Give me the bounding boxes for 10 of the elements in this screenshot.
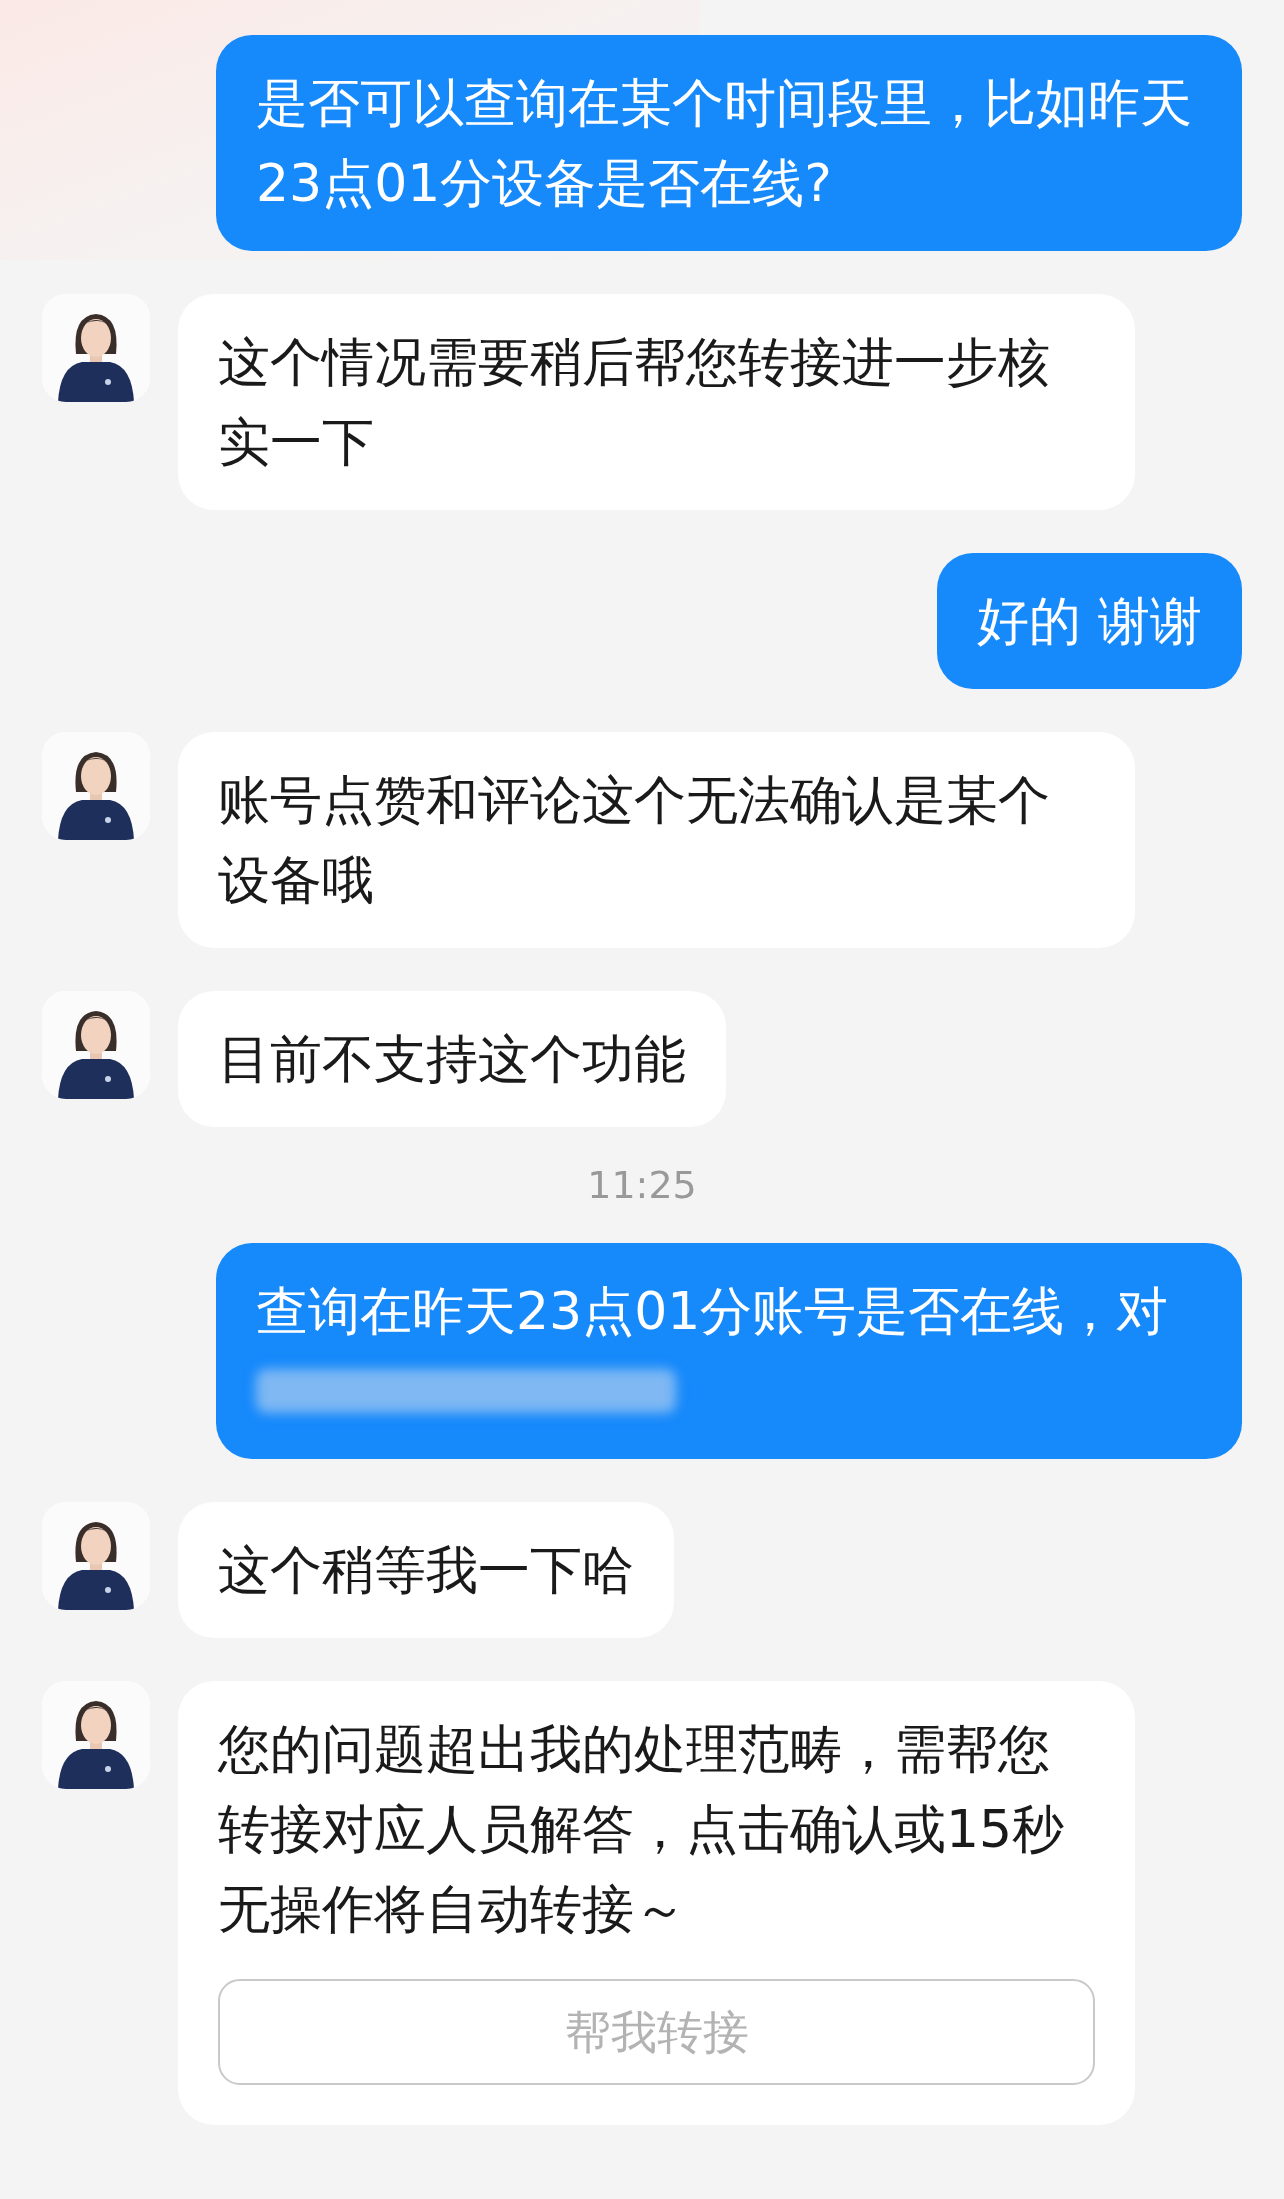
message-text: 好的 谢谢 xyxy=(977,590,1202,653)
timestamp: 11:25 xyxy=(587,1162,697,1209)
message-text: 您的问题超出我的处理范畴，需帮您转接对应人员解答，点击确认或15秒无操作将自动转接～ xyxy=(218,1718,1066,1941)
message-text: 这个情况需要稍后帮您转接进一步核实一下 xyxy=(218,331,1051,474)
message-text: 这个稍等我一下哈 xyxy=(218,1539,634,1602)
message-text: 查询在昨天23点01分账号是否在线，对 xyxy=(256,1280,1170,1343)
transfer-button[interactable]: 帮我转接 xyxy=(218,1979,1095,2085)
message-text: 账号点赞和评论这个无法确认是某个设备哦 xyxy=(218,769,1051,912)
message-text: 是否可以查询在某个时间段里，比如昨天23点01分设备是否在线? xyxy=(256,72,1193,215)
message-text: 目前不支持这个功能 xyxy=(218,1028,686,1091)
